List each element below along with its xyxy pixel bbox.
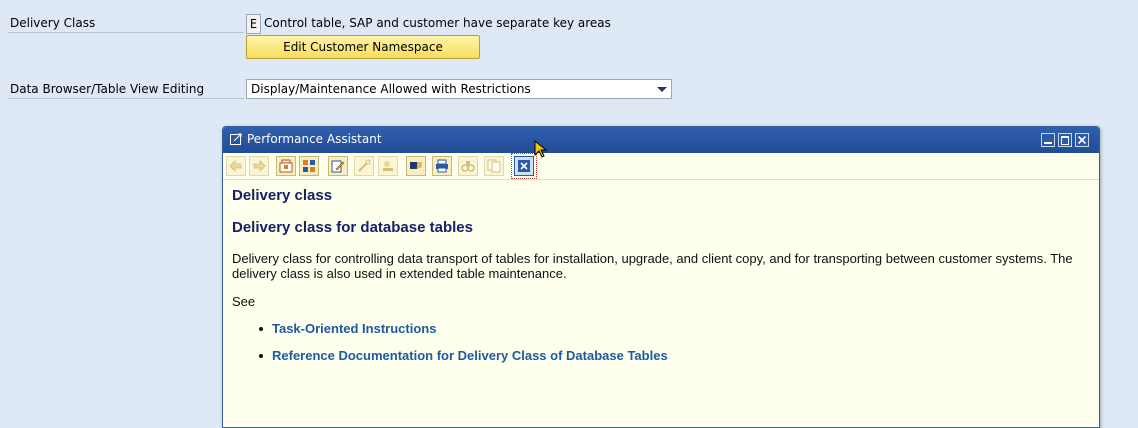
data-browser-value: Display/Maintenance Allowed with Restric… — [251, 82, 531, 96]
copy-button[interactable] — [484, 156, 504, 176]
print-icon — [436, 159, 448, 173]
forward-button[interactable] — [249, 156, 269, 176]
delivery-class-field[interactable]: E — [246, 14, 261, 34]
bullet-icon — [259, 327, 263, 331]
link-reference-documentation[interactable]: Reference Documentation for Delivery Cla… — [272, 348, 668, 363]
chevron-down-icon[interactable] — [657, 87, 667, 92]
find-icon — [461, 161, 475, 172]
application-help-button[interactable] — [299, 156, 319, 176]
edit-button[interactable] — [328, 156, 348, 176]
minimize-button[interactable] — [1041, 133, 1055, 147]
technical-info-button[interactable] — [276, 156, 296, 176]
delivery-class-label: Delivery Class — [10, 16, 96, 30]
window-title: Performance Assistant — [247, 132, 382, 146]
data-browser-dropdown[interactable]: Display/Maintenance Allowed with Restric… — [246, 79, 672, 99]
maximize-button[interactable] — [1058, 133, 1072, 147]
glossary-icon — [383, 161, 393, 171]
settings-icon — [358, 159, 371, 172]
settings-button[interactable] — [354, 156, 374, 176]
bullet-icon — [259, 354, 263, 358]
find-button[interactable] — [458, 156, 478, 176]
help-paragraph-line1: Delivery class for controlling data tran… — [232, 251, 1073, 266]
edit-icon — [331, 160, 345, 173]
data-browser-label: Data Browser/Table View Editing — [10, 82, 205, 96]
close-window-button[interactable] — [1075, 133, 1089, 147]
link-task-oriented-instructions[interactable]: Task-Oriented Instructions — [272, 321, 436, 336]
close-icon — [518, 160, 530, 172]
copy-icon — [487, 159, 501, 173]
title-bar[interactable]: Performance Assistant — [223, 127, 1099, 153]
minimize-icon — [1044, 142, 1052, 144]
assistant-toolbar — [223, 153, 1099, 180]
mouse-cursor-icon — [534, 140, 548, 158]
delivery-class-underline — [8, 32, 244, 33]
close-icon — [1077, 135, 1087, 145]
close-assistant-button[interactable] — [511, 153, 537, 179]
delivery-class-description: Control table, SAP and customer have sep… — [264, 16, 611, 30]
glossary-button[interactable] — [378, 156, 398, 176]
help-heading: Delivery class — [232, 187, 333, 204]
data-browser-underline — [8, 98, 244, 99]
print-button[interactable] — [432, 156, 452, 176]
application-help-icon — [303, 160, 315, 172]
help-paragraph-line2: delivery class is also used in extended … — [232, 266, 567, 281]
tree-button[interactable] — [406, 156, 426, 176]
maximize-icon — [1061, 136, 1069, 145]
technical-info-icon — [279, 159, 293, 173]
edit-customer-namespace-button[interactable]: Edit Customer Namespace — [246, 35, 480, 59]
help-window-icon — [230, 133, 242, 145]
back-icon — [229, 160, 242, 172]
see-label: See — [232, 294, 256, 309]
back-button[interactable] — [226, 156, 246, 176]
performance-assistant-window: Performance Assistant Delivery class Del… — [222, 126, 1100, 428]
tree-icon — [410, 162, 422, 169]
forward-icon — [253, 160, 266, 172]
help-subheading: Delivery class for database tables — [232, 219, 473, 236]
